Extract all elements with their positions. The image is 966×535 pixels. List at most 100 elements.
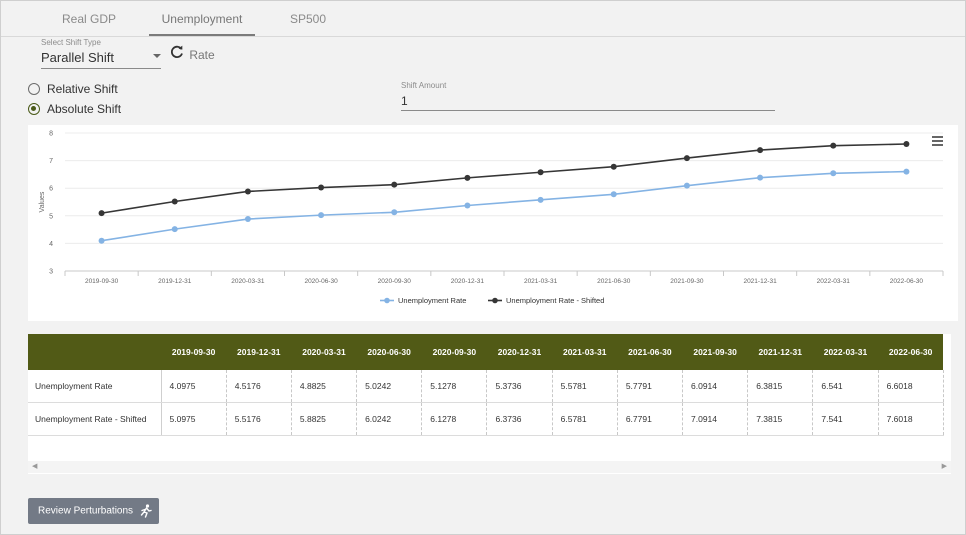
table-cell[interactable]: 6.3815 — [747, 370, 814, 403]
absolute-shift-radio[interactable] — [28, 103, 40, 115]
table-cell[interactable]: 7.0914 — [682, 402, 749, 436]
column-header[interactable]: 2020-03-31 — [291, 334, 357, 370]
table-cell[interactable]: 7.3815 — [747, 402, 814, 436]
table-cell[interactable]: 7.6018 — [878, 402, 944, 436]
review-perturbations-button[interactable]: Review Perturbations — [28, 498, 159, 524]
x-tick-label: 2020-06-30 — [304, 278, 338, 285]
table-cell[interactable]: 6.1278 — [421, 402, 488, 436]
data-point — [683, 182, 690, 189]
header-cell-empty — [28, 334, 161, 370]
x-tick-label: 2021-09-30 — [670, 278, 704, 285]
table-cell[interactable]: 5.1278 — [421, 370, 488, 403]
column-header[interactable]: 2021-06-30 — [617, 334, 683, 370]
y-tick-label: 5 — [49, 213, 53, 220]
data-point — [171, 198, 178, 205]
data-point — [244, 216, 251, 223]
column-header[interactable]: 2020-06-30 — [356, 334, 422, 370]
x-tick-label: 2022-06-30 — [890, 278, 924, 285]
row-label: Unemployment Rate — [28, 370, 162, 403]
data-point — [537, 196, 544, 203]
table-cell[interactable]: 5.0242 — [356, 370, 423, 403]
app-frame: Real GDP Unemployment Rate SP500 Select … — [0, 0, 966, 535]
table-cell[interactable]: 6.6018 — [878, 370, 944, 403]
table-cell[interactable]: 5.5781 — [552, 370, 618, 403]
table-cell[interactable]: 6.7791 — [617, 402, 684, 436]
x-tick-label: 2022-03-31 — [817, 278, 851, 285]
scroll-right-icon[interactable]: ▶ — [942, 461, 947, 473]
table-cell[interactable]: 5.0975 — [161, 402, 227, 436]
column-header[interactable]: 2020-12-31 — [486, 334, 553, 370]
data-point — [903, 140, 910, 147]
data-point — [98, 210, 105, 217]
legend-label: Unemployment Rate - Shifted — [506, 296, 604, 305]
legend-marker — [384, 297, 390, 304]
series-line — [101, 170, 907, 242]
line-chart: 3 4 5 6 7 8 Values 2019-09-30 2019-12-31 2020-03-… — [39, 131, 944, 305]
data-point — [98, 237, 105, 244]
x-tick-label: 2021-03-31 — [524, 278, 558, 285]
legend-label: Unemployment Rate — [398, 296, 466, 305]
data-point — [391, 181, 398, 188]
tab-sp500[interactable]: SP500 — [263, 1, 353, 35]
column-header[interactable]: 2021-12-31 — [747, 334, 813, 370]
y-tick-label: 7 — [49, 158, 53, 165]
shift-type-underline — [41, 68, 161, 69]
relative-shift-radio[interactable] — [28, 83, 40, 95]
table-cell[interactable]: 5.5176 — [226, 402, 292, 436]
column-header[interactable]: 2022-06-30 — [878, 334, 944, 370]
table-header-row: 2019-09-30 2019-12-31 2020-03-31 2020-06-30… — [28, 334, 944, 370]
column-header[interactable]: 2019-12-31 — [226, 334, 292, 370]
column-header[interactable]: 2019-09-30 — [161, 334, 227, 370]
chart-menu-icon[interactable] — [932, 136, 943, 146]
horizontal-scrollbar[interactable]: ◀ ▶ — [28, 461, 951, 473]
y-tick-label: 8 — [49, 131, 53, 138]
table-row: Unemployment Rate 4.0975 4.5176 4.8825 5.024… — [28, 370, 944, 403]
data-point — [464, 174, 471, 181]
table-cell[interactable]: 4.8825 — [291, 370, 358, 403]
data-point — [903, 168, 910, 175]
chart-container: 3 4 5 6 7 8 Values 2019-09-30 2019-12-31 2020-03-… — [28, 125, 958, 321]
column-header[interactable]: 2022-03-31 — [812, 334, 879, 370]
table-cell[interactable]: 6.0242 — [356, 402, 423, 436]
y-tick-label: 4 — [49, 241, 53, 248]
tab-real-gdp[interactable]: Real GDP — [29, 1, 149, 35]
table-cell[interactable]: 5.3736 — [486, 370, 553, 403]
column-header[interactable]: 2021-03-31 — [552, 334, 618, 370]
table-cell[interactable]: 5.7791 — [617, 370, 684, 403]
data-point — [537, 169, 544, 176]
data-point — [318, 184, 325, 191]
table-cell[interactable]: 6.5781 — [552, 402, 618, 436]
refresh-icon[interactable] — [168, 43, 186, 61]
x-tick-label: 2020-12-31 — [451, 278, 485, 285]
scroll-left-icon[interactable]: ◀ — [32, 461, 37, 473]
data-point — [464, 202, 471, 209]
x-tick-label: 2019-12-31 — [158, 278, 192, 285]
chevron-down-icon[interactable] — [153, 54, 161, 58]
x-tick-label: 2021-06-30 — [597, 278, 631, 285]
data-point — [610, 163, 617, 170]
table-row: Unemployment Rate - Shifted 5.0975 5.5176 5… — [28, 402, 944, 436]
table-cell[interactable]: 4.5176 — [226, 370, 292, 403]
data-point — [757, 147, 764, 154]
data-point — [244, 188, 251, 195]
table-cell[interactable]: 5.8825 — [291, 402, 358, 436]
shift-amount-underline — [401, 110, 775, 111]
tab-unemployment-rate[interactable]: Unemployment Rate — [149, 1, 255, 62]
data-point — [610, 191, 617, 198]
table-cell[interactable]: 6.3736 — [486, 402, 553, 436]
x-tick-label: 2019-09-30 — [85, 278, 119, 285]
table-cell[interactable]: 7.541 — [812, 402, 879, 436]
shift-amount-input[interactable]: 1 — [401, 94, 408, 108]
data-point — [757, 174, 764, 181]
column-header[interactable]: 2021-09-30 — [682, 334, 748, 370]
column-header[interactable]: 2020-09-30 — [421, 334, 487, 370]
review-perturbations-label: Review Perturbations — [38, 505, 134, 517]
y-tick-label: 6 — [49, 186, 53, 193]
table-cell[interactable]: 6.0914 — [682, 370, 749, 403]
tab-bar: Real GDP Unemployment Rate SP500 — [1, 1, 965, 62]
table-cell[interactable]: 6.541 — [812, 370, 879, 403]
table-cell[interactable]: 4.0975 — [161, 370, 227, 403]
legend-marker — [492, 297, 498, 304]
data-table: 2019-09-30 2019-12-31 2020-03-31 2020-06-30… — [28, 334, 944, 436]
shift-type-select[interactable]: Parallel Shift — [41, 50, 114, 65]
